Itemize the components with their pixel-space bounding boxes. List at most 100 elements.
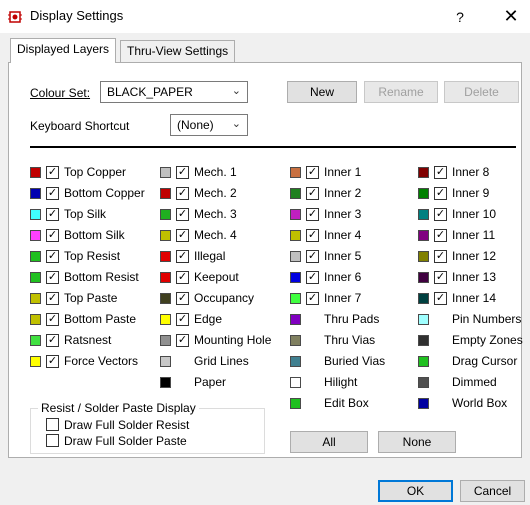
layer-visibility-checkbox[interactable]: ✓ xyxy=(306,229,319,242)
layer-visibility-checkbox[interactable]: ✓ xyxy=(46,271,59,284)
layer-visibility-checkbox[interactable]: ✓ xyxy=(434,292,447,305)
layer-visibility-checkbox[interactable]: ✓ xyxy=(434,229,447,242)
layer-label: Inner 4 xyxy=(324,228,362,242)
layer-color-swatch[interactable] xyxy=(418,272,429,283)
layer-color-swatch[interactable] xyxy=(418,314,429,325)
layer-color-swatch[interactable] xyxy=(290,272,301,283)
layer-color-swatch[interactable] xyxy=(30,251,41,262)
draw-full-solder-paste-checkbox[interactable] xyxy=(46,434,59,447)
layer-color-swatch[interactable] xyxy=(30,230,41,241)
none-button[interactable]: None xyxy=(378,431,456,453)
layer-visibility-checkbox[interactable]: ✓ xyxy=(46,208,59,221)
layer-visibility-checkbox[interactable]: ✓ xyxy=(434,271,447,284)
colour-set-select[interactable]: BLACK_PAPER ⌄ xyxy=(100,81,248,103)
layer-color-swatch[interactable] xyxy=(30,335,41,346)
layer-visibility-checkbox[interactable]: ✓ xyxy=(306,292,319,305)
layer-visibility-checkbox[interactable]: ✓ xyxy=(176,313,189,326)
layer-visibility-checkbox[interactable]: ✓ xyxy=(434,250,447,263)
layer-visibility-checkbox[interactable]: ✓ xyxy=(176,292,189,305)
layer-color-swatch[interactable] xyxy=(160,272,171,283)
layer-visibility-checkbox[interactable]: ✓ xyxy=(306,208,319,221)
layer-visibility-checkbox[interactable]: ✓ xyxy=(306,166,319,179)
close-button[interactable]: ✕ xyxy=(496,4,526,28)
help-button[interactable]: ? xyxy=(448,6,472,28)
layer-color-swatch[interactable] xyxy=(160,293,171,304)
layer-color-swatch[interactable] xyxy=(30,188,41,199)
ok-button[interactable]: OK xyxy=(378,480,453,502)
layer-row: ✓ Mounting Hole xyxy=(160,331,285,351)
layer-color-swatch[interactable] xyxy=(30,293,41,304)
layer-color-swatch[interactable] xyxy=(160,188,171,199)
layer-label: Thru Pads xyxy=(324,312,380,326)
layer-visibility-checkbox[interactable]: ✓ xyxy=(434,208,447,221)
layer-visibility-checkbox[interactable]: ✓ xyxy=(46,355,59,368)
layer-color-swatch[interactable] xyxy=(160,335,171,346)
layer-color-swatch[interactable] xyxy=(160,377,171,388)
layer-visibility-checkbox[interactable]: ✓ xyxy=(176,187,189,200)
layer-visibility-checkbox[interactable]: ✓ xyxy=(176,271,189,284)
tab-displayed-layers[interactable]: Displayed Layers xyxy=(10,38,117,63)
layer-visibility-checkbox[interactable]: ✓ xyxy=(176,208,189,221)
layer-color-swatch[interactable] xyxy=(290,377,301,388)
layer-visibility-checkbox[interactable]: ✓ xyxy=(46,250,59,263)
tab-thru-view-settings[interactable]: Thru-View Settings xyxy=(120,40,236,62)
layer-visibility-checkbox[interactable]: ✓ xyxy=(46,187,59,200)
layer-visibility-checkbox[interactable]: ✓ xyxy=(306,250,319,263)
layer-color-swatch[interactable] xyxy=(30,167,41,178)
layer-color-swatch[interactable] xyxy=(418,293,429,304)
layer-color-swatch[interactable] xyxy=(30,314,41,325)
layer-color-swatch[interactable] xyxy=(30,356,41,367)
layer-color-swatch[interactable] xyxy=(290,188,301,199)
keyboard-shortcut-select[interactable]: (None) ⌄ xyxy=(170,114,248,136)
layer-color-swatch[interactable] xyxy=(290,356,301,367)
layer-color-swatch[interactable] xyxy=(160,209,171,220)
layer-visibility-checkbox[interactable]: ✓ xyxy=(46,334,59,347)
layer-color-swatch[interactable] xyxy=(290,251,301,262)
layer-color-swatch[interactable] xyxy=(160,251,171,262)
layer-color-swatch[interactable] xyxy=(418,251,429,262)
delete-button[interactable]: Delete xyxy=(444,81,519,103)
layer-color-swatch[interactable] xyxy=(160,314,171,325)
layer-visibility-checkbox[interactable]: ✓ xyxy=(46,292,59,305)
layer-visibility-checkbox[interactable]: ✓ xyxy=(306,187,319,200)
layer-color-swatch[interactable] xyxy=(160,230,171,241)
layer-visibility-checkbox[interactable]: ✓ xyxy=(46,166,59,179)
layer-color-swatch[interactable] xyxy=(418,377,429,388)
layer-visibility-checkbox[interactable]: ✓ xyxy=(306,271,319,284)
layer-color-swatch[interactable] xyxy=(418,230,429,241)
layer-color-swatch[interactable] xyxy=(30,209,41,220)
layer-color-swatch[interactable] xyxy=(418,167,429,178)
layer-color-swatch[interactable] xyxy=(418,356,429,367)
new-button[interactable]: New xyxy=(287,81,357,103)
layer-color-swatch[interactable] xyxy=(160,167,171,178)
layer-visibility-checkbox[interactable]: ✓ xyxy=(46,229,59,242)
layer-color-swatch[interactable] xyxy=(418,188,429,199)
draw-full-solder-resist-checkbox[interactable] xyxy=(46,418,59,431)
layer-color-swatch[interactable] xyxy=(290,209,301,220)
layer-visibility-checkbox[interactable]: ✓ xyxy=(434,166,447,179)
layer-visibility-checkbox[interactable]: ✓ xyxy=(434,187,447,200)
layer-color-swatch[interactable] xyxy=(290,398,301,409)
layer-color-swatch[interactable] xyxy=(30,272,41,283)
layer-row: ✓ Mech. 3 xyxy=(160,205,285,225)
layer-visibility-checkbox[interactable]: ✓ xyxy=(46,313,59,326)
layer-row: ✓ Bottom Copper xyxy=(30,184,155,204)
layer-color-swatch[interactable] xyxy=(418,335,429,346)
layer-color-swatch[interactable] xyxy=(418,209,429,220)
layer-label: Bottom Resist xyxy=(64,270,139,284)
layer-color-swatch[interactable] xyxy=(290,335,301,346)
layer-color-swatch[interactable] xyxy=(290,167,301,178)
rename-button[interactable]: Rename xyxy=(364,81,438,103)
layer-color-swatch[interactable] xyxy=(418,398,429,409)
all-button[interactable]: All xyxy=(290,431,368,453)
layer-visibility-checkbox[interactable]: ✓ xyxy=(176,334,189,347)
keyboard-shortcut-value: (None) xyxy=(177,118,214,132)
layer-color-swatch[interactable] xyxy=(290,230,301,241)
cancel-button[interactable]: Cancel xyxy=(460,480,525,502)
layer-color-swatch[interactable] xyxy=(290,293,301,304)
layer-visibility-checkbox[interactable]: ✓ xyxy=(176,229,189,242)
layer-color-swatch[interactable] xyxy=(160,356,171,367)
layer-color-swatch[interactable] xyxy=(290,314,301,325)
layer-visibility-checkbox[interactable]: ✓ xyxy=(176,250,189,263)
layer-visibility-checkbox[interactable]: ✓ xyxy=(176,166,189,179)
